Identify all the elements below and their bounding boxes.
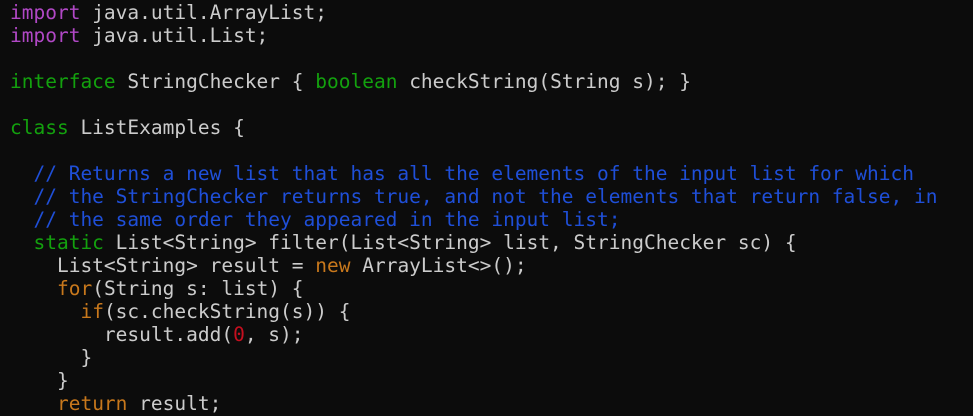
code-token-plain: (sc.checkString(s)) { (103, 300, 351, 323)
code-token-plain: , s); (244, 323, 304, 346)
code-line: if(sc.checkString(s)) { (10, 300, 973, 323)
code-token-type: interface (10, 70, 116, 93)
code-line: List<String> result = new ArrayList<>(); (10, 254, 973, 277)
code-token-keyword: import (10, 1, 81, 24)
code-token-plain: StringChecker { (115, 70, 316, 93)
code-token-plain: java.util.ArrayList; (80, 1, 327, 24)
code-token-control: for (56, 277, 93, 300)
code-view: import java.util.ArrayList; import java.u… (10, 1, 973, 415)
code-token-keyword: import (10, 24, 81, 47)
code-token-type: class (10, 116, 69, 139)
code-line: return result; (10, 392, 973, 415)
code-line: // the StringChecker returns true, and n… (10, 185, 973, 208)
code-token-plain: java.util.List; (80, 24, 269, 47)
code-token-control: if (80, 300, 104, 323)
code-token-control: new (315, 254, 351, 277)
code-token-plain: ListExamples { (68, 116, 245, 139)
code-token-comment: // Returns a new list that has all the e… (10, 162, 914, 185)
code-line: import java.util.List; (10, 24, 973, 47)
code-token-type: boolean (315, 70, 398, 93)
code-token-control: return (56, 392, 128, 415)
terminal-window[interactable]: import java.util.ArrayList; import java.u… (0, 0, 973, 416)
code-line: result.add(0, s); (10, 323, 973, 346)
code-token-plain: checkString(String s); } (397, 70, 691, 93)
code-line: static List<String> filter(List<String> … (10, 231, 973, 254)
code-token-type: static (33, 231, 104, 254)
code-token-number: 0 (233, 323, 245, 346)
code-token-plain: List<String> filter(List<String> list, S… (103, 231, 797, 254)
code-token-comment: // the StringChecker returns true, and n… (10, 185, 938, 208)
code-line: interface StringChecker { boolean checkS… (10, 70, 973, 93)
code-token-plain: result.add( (10, 323, 234, 346)
code-line: for(String s: list) { (10, 277, 973, 300)
code-line: } (10, 346, 973, 369)
code-line: import java.util.ArrayList; (10, 1, 973, 24)
code-token-plain: result; (127, 392, 222, 415)
code-line: } (10, 369, 973, 392)
code-line: class ListExamples { (10, 116, 973, 139)
code-line: // Returns a new list that has all the e… (10, 162, 973, 185)
code-token-plain: ArrayList<>(); (350, 254, 527, 277)
code-token-plain: } (10, 346, 93, 369)
code-token-plain: } (10, 369, 69, 392)
code-token-plain: List<String> result = (10, 254, 316, 277)
code-line: // the same order they appeared in the i… (10, 208, 973, 231)
code-token-comment: // the same order they appeared in the i… (10, 208, 621, 231)
code-token-plain: (String s: list) { (92, 277, 304, 300)
